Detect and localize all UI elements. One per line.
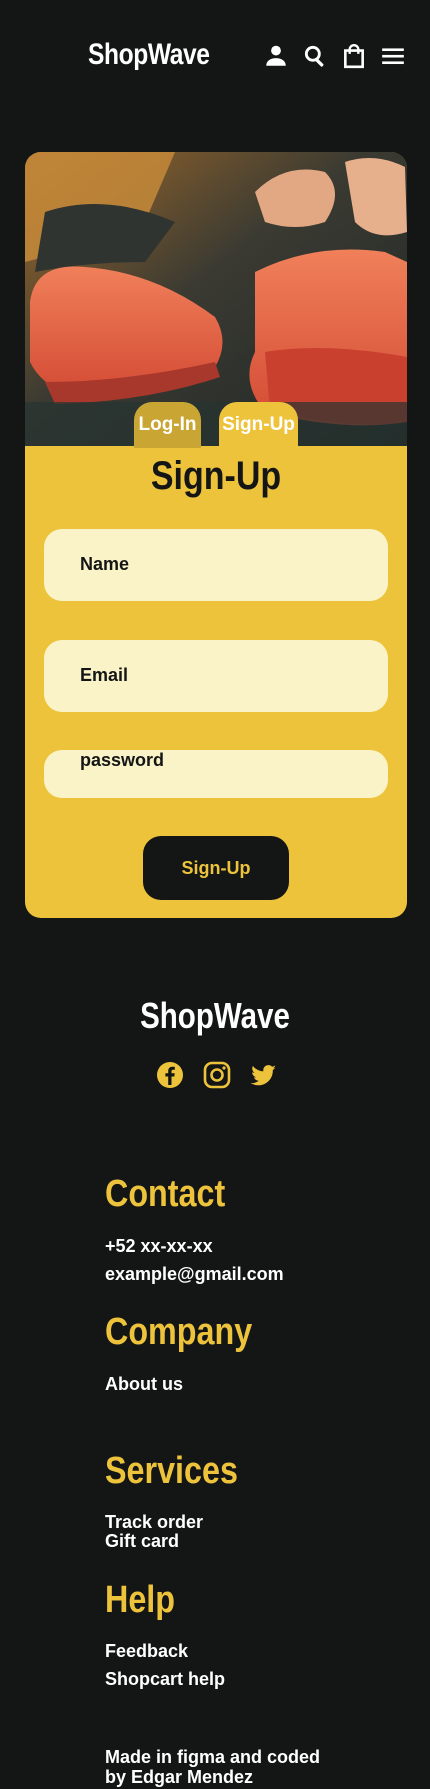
name-placeholder: Name — [80, 554, 130, 574]
footer-title-company: Company — [105, 1311, 253, 1353]
footer-title-help: Help — [105, 1579, 176, 1621]
link-about-us[interactable]: About us — [105, 1374, 183, 1395]
bag-icon[interactable] — [340, 42, 368, 70]
menu-icon[interactable] — [379, 42, 407, 70]
facebook-icon[interactable] — [156, 1061, 184, 1089]
hero-image-running-shoes — [25, 152, 407, 446]
email-placeholder: Email — [80, 665, 129, 685]
footer-credit: Made in figma and coded by Edgar Mendez — [105, 1747, 321, 1787]
brand-logo[interactable]: ShopWave — [88, 38, 210, 72]
link-track-order[interactable]: Track order — [105, 1512, 203, 1533]
contact-phone: +52 xx-xx-xx — [105, 1236, 213, 1256]
signup-card: Log-In Sign-Up Sign-Up Name Email passwo… — [25, 152, 407, 918]
email-field[interactable]: Email — [44, 640, 388, 712]
footer-title-contact: Contact — [105, 1173, 226, 1215]
link-gift-card[interactable]: Gift card — [105, 1531, 179, 1552]
password-field[interactable]: password — [44, 750, 388, 798]
tab-login[interactable]: Log-In — [134, 402, 201, 448]
user-icon[interactable] — [262, 42, 290, 70]
signup-submit-button[interactable]: Sign-Up — [143, 836, 289, 900]
twitter-icon[interactable] — [249, 1061, 277, 1089]
site-header: ShopWave — [0, 0, 430, 110]
link-shopcart-help[interactable]: Shopcart help — [105, 1669, 225, 1690]
footer-title-services: Services — [105, 1450, 238, 1492]
tab-signup[interactable]: Sign-Up — [219, 402, 298, 448]
form-title: Sign-Up — [150, 454, 282, 498]
instagram-icon[interactable] — [203, 1061, 231, 1089]
contact-email[interactable]: example@gmail.com — [105, 1264, 284, 1285]
footer-brand-logo: ShopWave — [140, 995, 290, 1036]
password-placeholder: password — [80, 750, 165, 770]
link-feedback[interactable]: Feedback — [105, 1641, 188, 1662]
name-field[interactable]: Name — [44, 529, 388, 601]
search-icon[interactable] — [301, 42, 329, 70]
